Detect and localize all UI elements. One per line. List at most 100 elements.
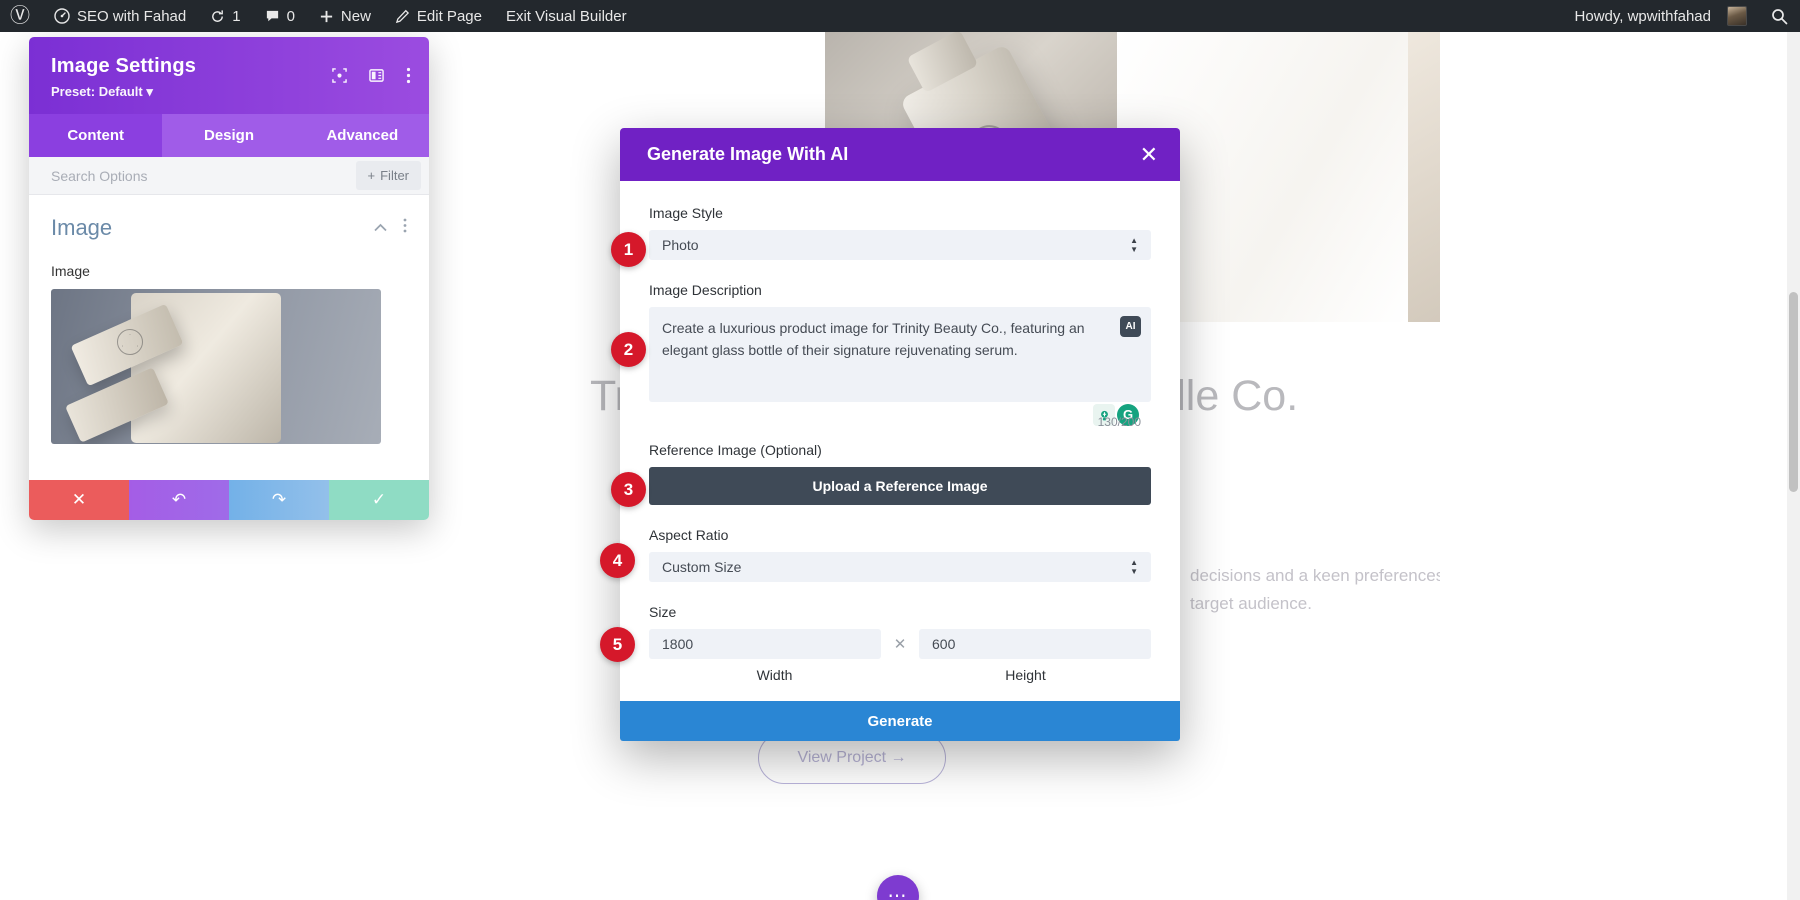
width-input[interactable]: 1800	[649, 629, 881, 659]
admin-bar-right: Howdy, wpwithfahad	[1565, 0, 1800, 32]
page-scrollbar[interactable]	[1787, 32, 1800, 900]
step-badge-1: 1	[611, 232, 646, 267]
exit-visual-builder-button[interactable]: Exit Visual Builder	[494, 0, 639, 32]
avatar	[1727, 6, 1747, 26]
discard-changes-button[interactable]: ✕	[29, 480, 129, 520]
undo-button[interactable]: ↶	[129, 480, 229, 520]
generate-image-with-ai-modal: Generate Image With AI ✕ Image Style Pho…	[620, 128, 1180, 741]
height-caption: Height	[1005, 667, 1046, 683]
comment-count: 0	[286, 7, 295, 25]
ai-badge-icon[interactable]: AI	[1120, 316, 1141, 337]
save-changes-button[interactable]: ✓	[329, 480, 429, 520]
plus-icon: +	[367, 168, 376, 183]
exit-visual-builder-label: Exit Visual Builder	[505, 7, 627, 25]
focus-frame-icon[interactable]	[332, 68, 347, 83]
plus-icon	[319, 9, 334, 24]
filter-label: Filter	[380, 168, 409, 183]
aspect-ratio-label: Aspect Ratio	[649, 527, 729, 543]
image-section-controls	[374, 218, 407, 238]
panel-preset-selector[interactable]: Preset: Default ▾	[51, 84, 407, 100]
new-content-button[interactable]: New	[307, 0, 383, 32]
image-field-label: Image	[51, 263, 90, 279]
size-separator-icon: ✕	[893, 636, 907, 653]
stepper-icon: ▲ ▼	[1130, 558, 1138, 576]
size-inputs-row: 1800 ✕ 600	[649, 629, 1151, 659]
size-captions: Width Height	[649, 667, 1151, 683]
new-label: New	[340, 7, 371, 25]
image-thumbnail[interactable]	[51, 289, 381, 444]
revision-count: 1	[232, 7, 241, 25]
image-description-textarea[interactable]: Create a luxurious product image for Tri…	[649, 307, 1151, 429]
close-x-icon: ✕	[71, 490, 87, 509]
wp-admin-bar: Ⓥ SEO with Fahad 1 0 New Edit Page Exit …	[0, 0, 1800, 32]
revision-icon	[210, 9, 225, 24]
redo-button[interactable]: ↷	[229, 480, 329, 520]
modal-footer: Generate	[620, 701, 1180, 741]
speed-gauge-icon	[54, 8, 70, 24]
panel-action-bar: ✕ ↶ ↷ ✓	[29, 480, 429, 520]
search-icon	[1771, 8, 1788, 25]
tab-content[interactable]: Content	[29, 114, 163, 157]
panel-search-row: Search Options + Filter	[29, 157, 429, 195]
modal-title: Generate Image With AI	[647, 144, 849, 164]
size-label: Size	[649, 604, 677, 620]
screen-root: TRINITY Trinity Beauty Co. — Trinity Bel…	[0, 0, 1800, 900]
chevron-down-icon: ▾	[146, 84, 153, 99]
chevron-up-icon[interactable]	[374, 219, 387, 237]
step-badge-3: 3	[611, 472, 646, 507]
aspect-ratio-value: Custom Size	[662, 559, 742, 575]
character-counter: 130/200	[1097, 415, 1141, 430]
step-badge-2: 2	[611, 332, 646, 367]
aspect-ratio-select[interactable]: Custom Size ▲ ▼	[649, 552, 1151, 582]
site-name-button[interactable]: SEO with Fahad	[42, 0, 198, 32]
stepper-icon: ▲ ▼	[1130, 236, 1138, 254]
undo-arrow-icon: ↶	[171, 490, 187, 509]
filter-button[interactable]: + Filter	[355, 161, 421, 190]
image-style-value: Photo	[662, 237, 699, 253]
panel-body: Image Image	[29, 195, 429, 444]
reference-image-label: Reference Image (Optional)	[649, 442, 822, 458]
image-style-select[interactable]: Photo ▲ ▼	[649, 230, 1151, 260]
more-horizontal-icon: ⋯	[887, 885, 909, 900]
generate-button[interactable]: Generate	[620, 701, 1180, 741]
tab-advanced[interactable]: Advanced	[296, 114, 429, 157]
edit-page-button[interactable]: Edit Page	[383, 0, 494, 32]
layout-columns-icon[interactable]	[369, 68, 384, 83]
more-vertical-icon[interactable]	[403, 218, 407, 238]
modal-header: Generate Image With AI ✕	[620, 128, 1180, 181]
upload-reference-image-button[interactable]: Upload a Reference Image	[649, 467, 1151, 505]
page-margin-right	[1440, 32, 1800, 900]
my-account-button[interactable]: Howdy, wpwithfahad	[1565, 0, 1759, 32]
panel-header-icons	[332, 67, 411, 84]
image-settings-panel: Image Settings Preset: Default ▾ Content…	[29, 37, 429, 520]
height-input[interactable]: 600	[919, 629, 1151, 659]
wordpress-logo-icon: Ⓥ	[10, 5, 30, 27]
panel-preset-label: Preset: Default	[51, 84, 143, 99]
admin-search-button[interactable]	[1759, 0, 1800, 32]
modal-body: Image Style Photo ▲ ▼ Image Description C…	[620, 181, 1180, 701]
revisions-button[interactable]: 1	[198, 0, 252, 32]
image-section-title: Image	[51, 215, 113, 240]
panel-header: Image Settings Preset: Default ▾	[29, 37, 429, 114]
image-description-label: Image Description	[649, 282, 762, 298]
search-options-input[interactable]: Search Options	[51, 168, 148, 184]
redo-arrow-icon: ↷	[271, 490, 287, 509]
more-vertical-icon[interactable]	[406, 67, 411, 84]
pencil-icon	[395, 9, 410, 24]
scrollbar-thumb[interactable]	[1789, 292, 1798, 492]
check-icon: ✓	[371, 490, 387, 509]
wp-logo-button[interactable]: Ⓥ	[0, 0, 42, 32]
comments-button[interactable]: 0	[253, 0, 307, 32]
width-caption: Width	[756, 667, 793, 683]
panel-tabs: Content Design Advanced	[29, 114, 429, 157]
close-icon[interactable]: ✕	[1140, 143, 1158, 166]
image-style-label: Image Style	[649, 205, 723, 221]
image-description-value: Create a luxurious product image for Tri…	[662, 320, 1085, 358]
tab-design[interactable]: Design	[162, 114, 295, 157]
comment-icon	[265, 9, 280, 24]
edit-page-label: Edit Page	[416, 7, 482, 25]
step-badge-4: 4	[600, 543, 635, 578]
howdy-label: Howdy, wpwithfahad	[1574, 7, 1711, 25]
site-name-label: SEO with Fahad	[77, 7, 187, 25]
image-section-header: Image	[51, 215, 407, 241]
